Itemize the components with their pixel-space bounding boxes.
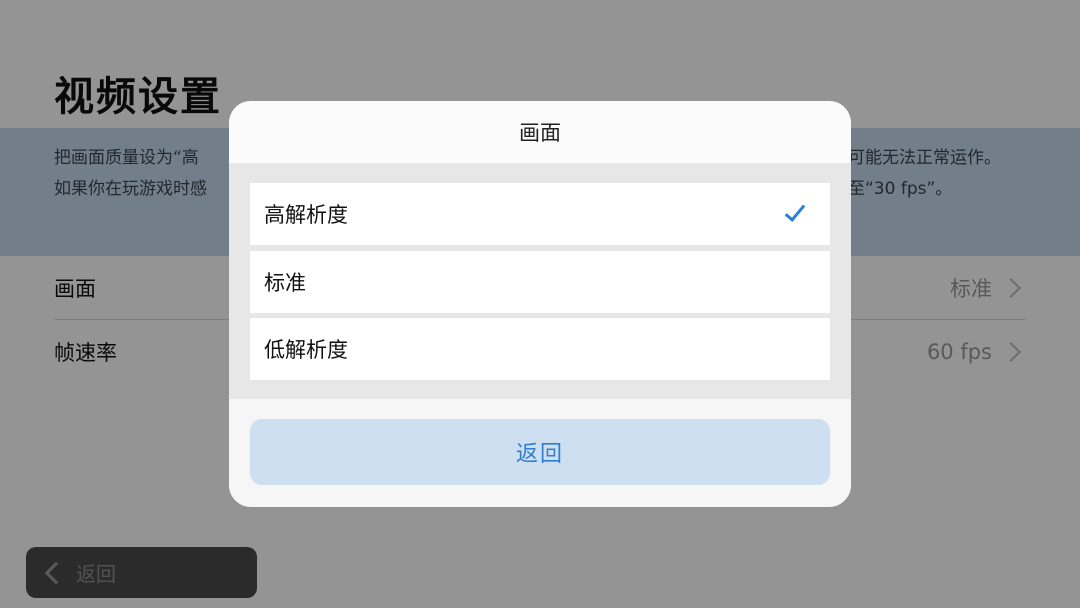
option-label: 高解析度 bbox=[264, 203, 348, 227]
option-label: 标准 bbox=[264, 271, 306, 295]
quality-dialog: 画面 高解析度 标准 低解析度 返回 bbox=[229, 101, 851, 507]
dialog-back-label: 返回 bbox=[515, 442, 564, 467]
dialog-back-button[interactable]: 返回 bbox=[250, 419, 830, 485]
option-high-resolution[interactable]: 高解析度 bbox=[250, 183, 830, 245]
dialog-title: 画面 bbox=[519, 121, 561, 145]
checkmark-icon bbox=[784, 200, 806, 222]
dialog-header: 画面 bbox=[229, 101, 851, 163]
option-standard[interactable]: 标准 bbox=[250, 251, 830, 313]
dialog-footer: 返回 bbox=[229, 399, 851, 507]
video-settings-screen: 视频设置 把画面质量设为“高 可能无法正常运作。 如果你在玩游戏时感 至“30 … bbox=[0, 0, 1080, 608]
option-low-resolution[interactable]: 低解析度 bbox=[250, 318, 830, 380]
option-label: 低解析度 bbox=[264, 338, 348, 362]
